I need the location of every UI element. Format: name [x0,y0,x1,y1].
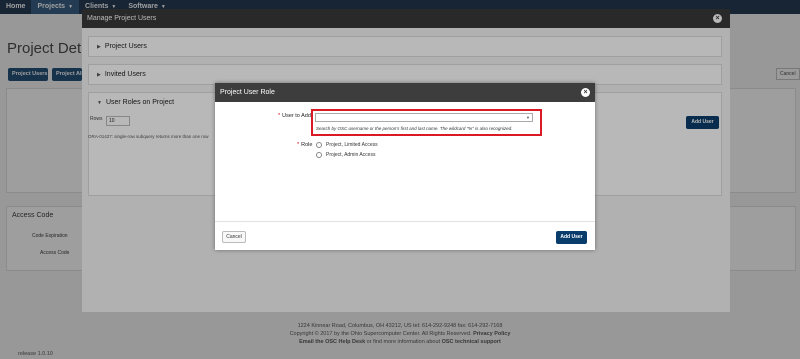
dialog-footer-divider [215,221,595,222]
role-label: * Role [297,142,312,148]
role-dialog-title: Project User Role [220,89,275,96]
required-icon: * [278,113,281,119]
required-icon: * [297,142,300,148]
role-option-label: Project, Limited Access [326,142,378,148]
radio-icon[interactable] [316,152,322,158]
user-to-add-label-text: User to Add [282,113,311,119]
role-option-label: Project, Admin Access [326,152,376,158]
role-option-admin[interactable]: Project, Admin Access [316,152,375,158]
cancel-button[interactable]: Cancel [222,231,246,243]
highlight-box [311,109,542,136]
add-user-button[interactable]: Add User [556,231,587,244]
user-to-add-label: * User to Add [278,113,311,119]
radio-icon[interactable] [316,142,322,148]
close-icon[interactable]: × [581,88,590,97]
role-dialog-header: Project User Role × [215,83,595,102]
role-label-text: Role [301,142,313,148]
role-option-limited[interactable]: Project, Limited Access [316,142,378,148]
